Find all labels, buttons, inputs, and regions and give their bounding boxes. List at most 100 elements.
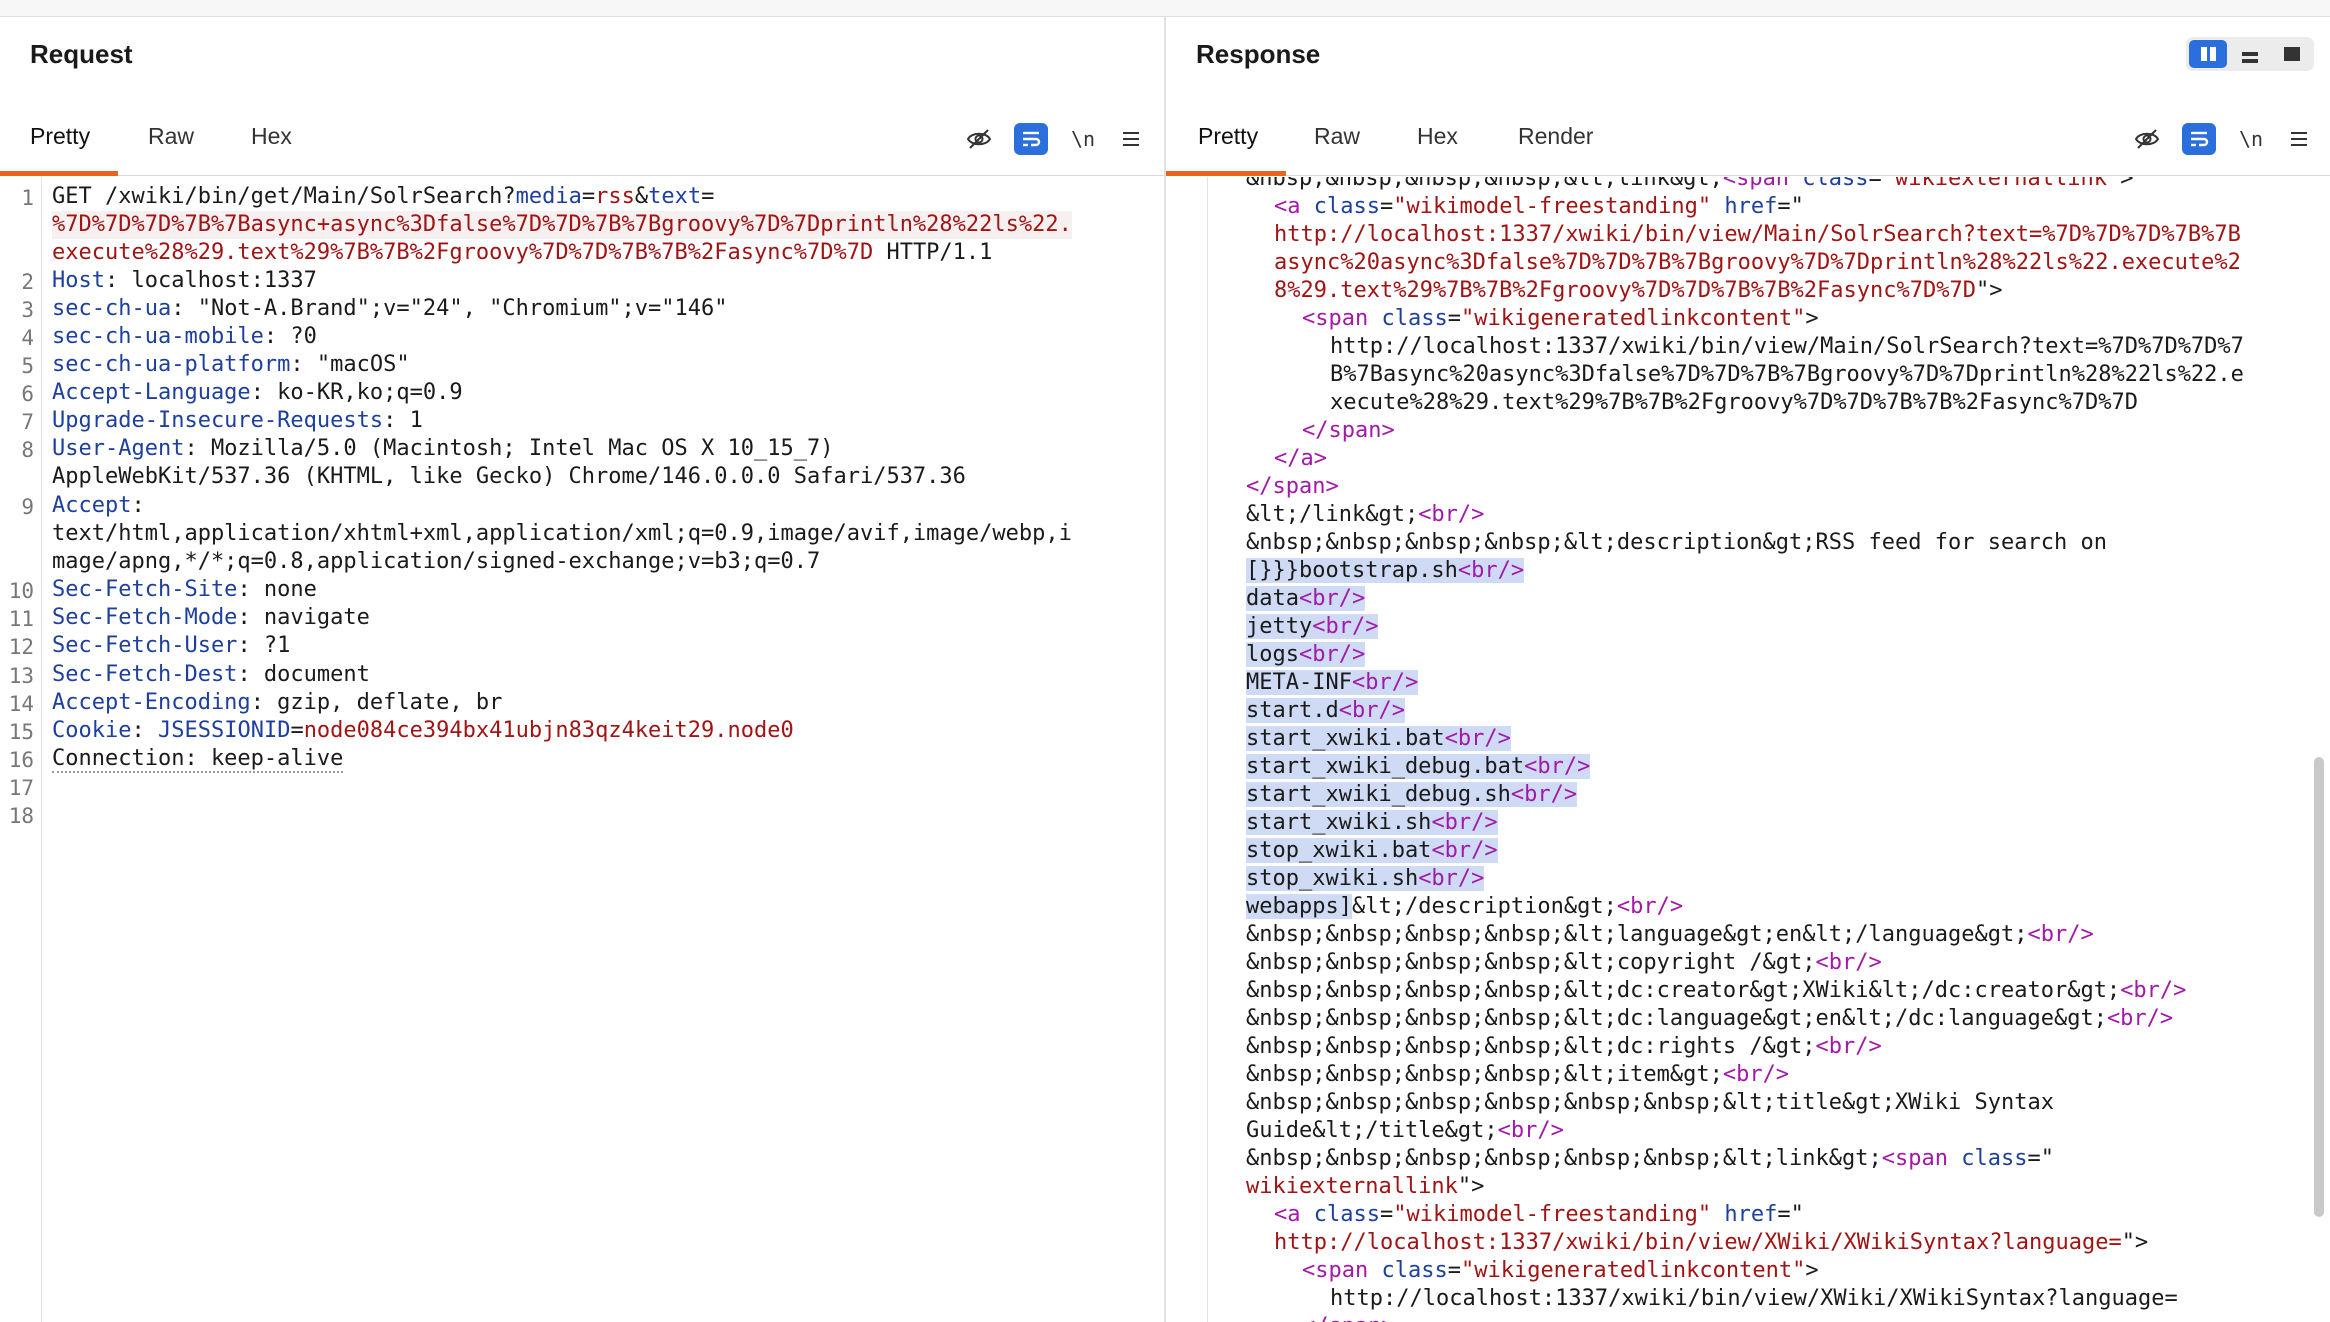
resp-attr: href [1724,1202,1778,1227]
resp-text: &nbsp;&nbsp;&nbsp;&nbsp;&lt;item&gt; [1246,1062,1723,1087]
response-editor[interactable]: &nbsp;&nbsp;&nbsp;&nbsp;&lt;link&gt;<spa… [1166,177,2330,1322]
header-sec-ch-ua-mobile: sec-ch-ua-mobile: ?0 [52,323,317,351]
resp-br: <br/> [1298,642,1366,667]
wrap-icon-svg [1023,131,1041,147]
line-number: 1 [21,186,34,210]
resp-text: &nbsp;&nbsp;&nbsp;&nbsp;&lt;dc:language&… [1246,1006,2107,1031]
resp-text: "> [1457,1174,1485,1199]
layout-stacked-button[interactable] [2231,40,2269,68]
line-number: 13 [8,664,34,688]
layout-split-button[interactable] [2189,40,2227,68]
resp-attr: class [1961,1146,2028,1171]
line-number: 7 [21,410,34,434]
response-tab-render[interactable]: Render [1518,101,1593,171]
resp-url-text: http://localhost:1337/xwiki/bin/view/Mai… [1330,334,2244,359]
split-right-icon [2209,47,2216,61]
hamburger-icon[interactable] [2282,123,2316,155]
header-key: Sec-Fetch-Dest [52,662,238,687]
line-number: 8 [21,438,34,462]
line-number: 12 [8,635,34,659]
resp-tag: </span> [1302,418,1395,443]
resp-attr: class [1802,177,1869,191]
header-user-agent: User-Agent: Mozilla/5.0 (Macintosh; Inte… [52,435,833,463]
header-key: Sec-Fetch-Mode [52,605,238,630]
header-host: Host: localhost:1337 [52,267,317,295]
request-tab-underline [0,171,118,176]
selected-text: data<br/> [1246,586,1366,611]
line-number: 18 [8,804,34,828]
resp-line: <span class="wikigeneratedlinkcontent"> [1302,306,1819,331]
wrap-icon[interactable] [2182,123,2216,155]
resp-line: stop_xwiki.sh<br/> [1246,865,1485,893]
response-tab-raw[interactable]: Raw [1314,101,1360,171]
hamburger-icon-svg [2291,132,2307,146]
resp-br: <br/> [1457,558,1525,583]
header-value: : navigate [237,605,370,630]
selected-text: start_xwiki_debug.sh<br/> [1246,782,1578,807]
resp-br: <br/> [1510,782,1578,807]
eye-off-icon[interactable] [962,123,996,155]
header-value: : [131,493,145,518]
response-scrollbar[interactable] [2314,757,2324,1217]
header-sec-ch-ua: sec-ch-ua: "Not-A.Brand";v="24", "Chromi… [52,295,728,323]
resp-text: "> [1976,278,2003,303]
header-key: sec-ch-ua-mobile [52,324,264,349]
line-number: 5 [21,354,34,378]
resp-line: &lt;/link&gt;<br/> [1246,501,1484,529]
resp-line: <a class="wikimodel-freestanding" href=" [1274,1202,1804,1227]
header-upgrade-insecure: Upgrade-Insecure-Requests: 1 [52,407,423,435]
header-value: : "macOS" [290,352,410,377]
eye-off-icon[interactable] [2130,123,2164,155]
resp-br: <br/> [1722,1062,1790,1087]
request-editor[interactable]: 1 2 3 4 5 6 7 8 9 10 11 12 13 14 15 16 1… [0,177,1164,1322]
line-number: 10 [8,579,34,603]
resp-text: start_xwiki.sh [1246,810,1432,835]
resp-str: "wikimodel-freestanding" [1393,1202,1712,1227]
resp-url-text: http://localhost:1337/xwiki/bin/view/XWi… [1330,1286,2178,1311]
newline-toggle-button[interactable]: \n [1066,123,1100,155]
response-tab-hex[interactable]: Hex [1417,101,1458,171]
resp-tag: <a [1274,1202,1314,1227]
resp-tag: <span [1302,1258,1382,1283]
request-tab-raw[interactable]: Raw [148,101,194,171]
wrap-icon[interactable] [1014,123,1048,155]
resp-line: start_xwiki.bat<br/> [1246,725,1511,753]
resp-br: <br/> [1418,866,1485,891]
resp-line: META-INF<br/> [1246,669,1419,697]
resp-text: META-INF [1246,670,1352,695]
resp-br: <br/> [1815,1034,1882,1059]
request-line-1: GET /xwiki/bin/get/Main/SolrSearch?media… [52,183,714,211]
resp-url: async%20async%3Dfalse%7D%7D%7B%7Bgroovy%… [1274,250,2241,275]
resp-line: start_xwiki_debug.sh<br/> [1246,781,1578,809]
header-value: : 1 [383,408,423,433]
header-value: : gzip, deflate, br [250,690,503,715]
resp-text: &nbsp;&nbsp;&nbsp;&nbsp;&lt;copyright /&… [1246,950,1816,975]
resp-text: stop_xwiki.bat [1246,838,1432,863]
param-name: text [648,184,702,209]
resp-str: "wikigeneratedlinkcontent" [1460,1258,1806,1283]
line-number: 11 [8,607,34,631]
resp-line: &nbsp;&nbsp;&nbsp;&nbsp;&lt;item&gt;<br/… [1246,1061,1789,1089]
resp-line: webapps]&lt;/description&gt;<br/> [1246,893,1683,921]
selected-text: stop_xwiki.bat<br/> [1246,838,1498,863]
newline-toggle-button[interactable]: \n [2234,123,2268,155]
header-value: : "Not-A.Brand";v="24", "Chromium";v="14… [171,296,728,321]
layout-single-button[interactable] [2273,40,2311,68]
header-sec-fetch-user: Sec-Fetch-User: ?1 [52,632,290,660]
resp-attr: href [1724,194,1778,219]
resp-text: start.d [1246,698,1339,723]
top-strip [0,0,2330,17]
resp-text: wikiexternallink [1246,1174,1458,1199]
resp-br: <br/> [1351,670,1419,695]
connection-text: Connection: keep-alive [52,746,344,773]
selected-text: start_xwiki.sh<br/> [1246,810,1498,835]
response-tab-pretty[interactable]: Pretty [1198,101,1258,171]
request-tab-pretty[interactable]: Pretty [30,101,90,171]
hamburger-icon[interactable] [1114,123,1148,155]
resp-line: data<br/> [1246,585,1366,613]
resp-line: &nbsp;&nbsp;&nbsp;&nbsp;&lt;copyright /&… [1246,949,1882,977]
resp-str: wikiexternallink"> [1246,1173,1484,1201]
request-tab-hex[interactable]: Hex [251,101,292,171]
resp-br: <br/> [2027,922,2094,947]
header-key: Cookie [52,718,132,743]
